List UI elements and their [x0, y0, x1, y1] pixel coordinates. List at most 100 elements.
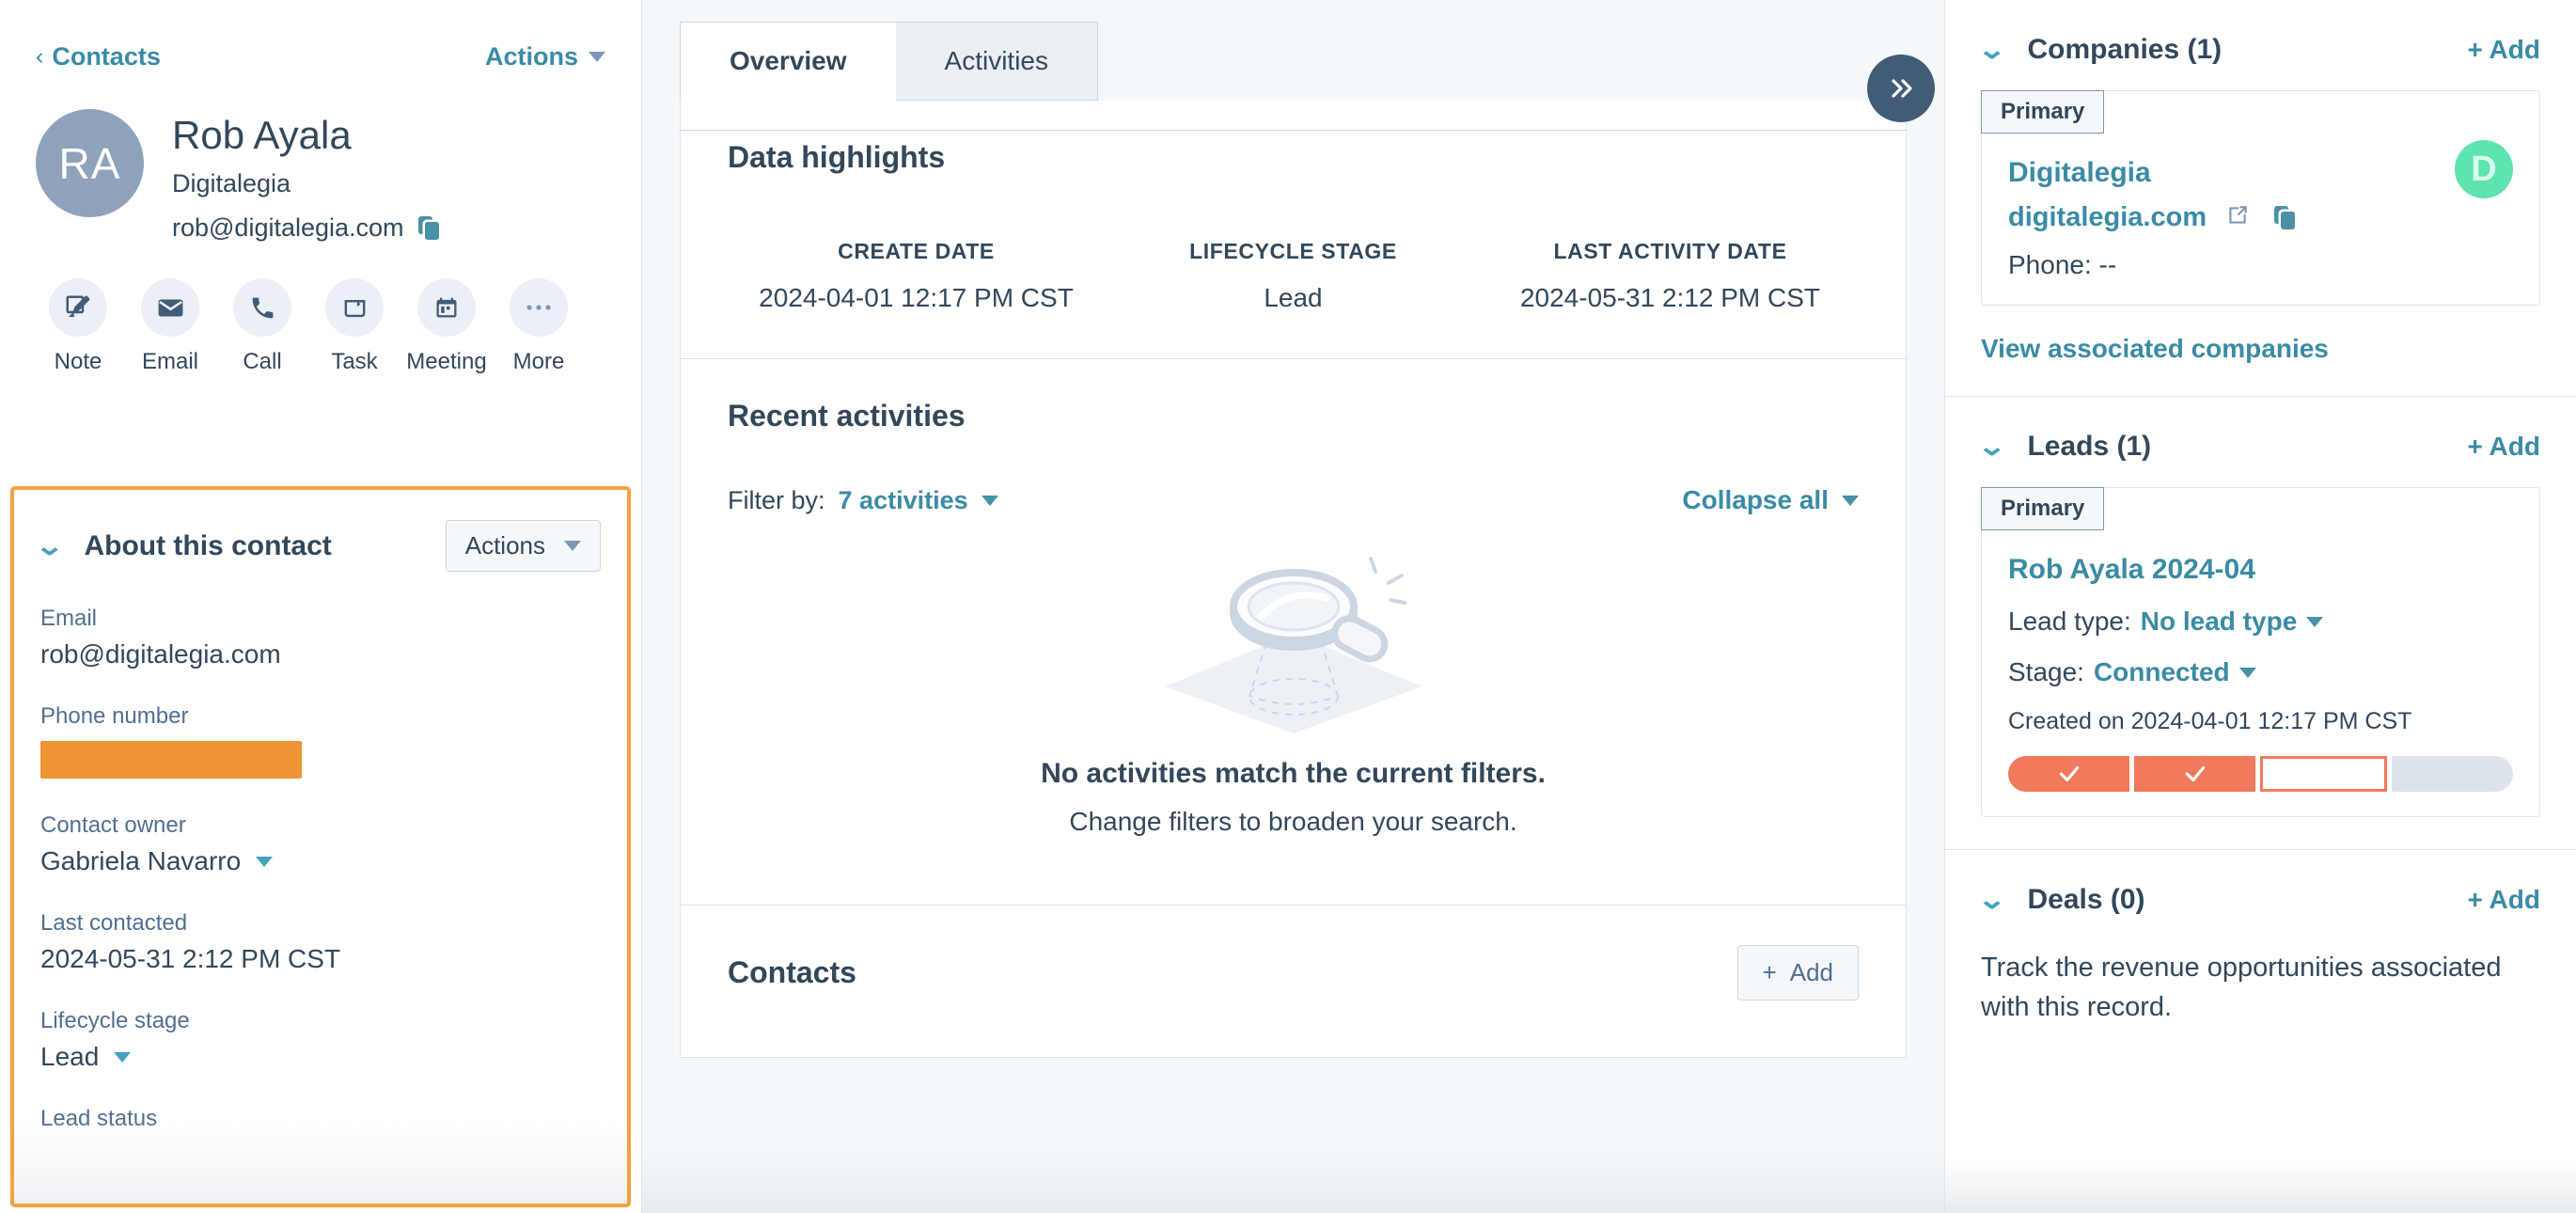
about-card-header: ⌄ About this contact Actions: [14, 490, 627, 572]
companies-header-left: ⌄ Companies (1): [1977, 34, 2223, 66]
data-highlights-section: Data highlights CREATE DATE 2024-04-01 1…: [681, 101, 1906, 359]
calendar-icon: [417, 278, 476, 338]
about-actions-button[interactable]: Actions: [445, 520, 601, 572]
lead-type-row: Lead type: No lead type: [2008, 606, 2513, 637]
lead-type-label: Lead type:: [2008, 606, 2131, 636]
chevron-down-icon[interactable]: ⌄: [1977, 37, 2007, 63]
field-value[interactable]: 2024-05-31 2:12 PM CST: [40, 944, 601, 974]
view-associated-companies-link[interactable]: View associated companies: [1981, 334, 2540, 364]
lead-created-on: Created on 2024-04-01 12:17 PM CST: [2008, 708, 2412, 734]
highlight-last-activity-date: LAST ACTIVITY DATE 2024-05-31 2:12 PM CS…: [1482, 239, 1859, 313]
chevron-down-icon: [256, 856, 274, 867]
quick-action-task[interactable]: Task: [308, 278, 401, 375]
quick-action-note[interactable]: Note: [32, 278, 124, 375]
status-badge: Primary: [1981, 90, 2105, 134]
chevron-down-icon[interactable]: ⌄: [1977, 433, 2007, 460]
add-lead-button[interactable]: + Add: [2467, 432, 2540, 462]
progress-step-3[interactable]: [2260, 756, 2387, 792]
identity-text: Rob Ayala Digitalegia rob@digitalegia.co…: [172, 109, 440, 243]
redacted-phone-value[interactable]: [40, 741, 302, 779]
check-icon: [2059, 765, 2079, 782]
companies-title: Companies (1): [2027, 34, 2223, 65]
field-phone-number: Phone number: [40, 703, 601, 779]
tab-overview[interactable]: Overview: [680, 22, 896, 101]
expand-panel-button[interactable]: [1867, 55, 1935, 122]
chevron-left-icon: ‹: [36, 43, 44, 70]
highlight-key: LIFECYCLE STAGE: [1189, 239, 1397, 263]
lead-name-link[interactable]: Rob Ayala 2024-04: [2008, 554, 2513, 586]
add-contact-button[interactable]: + Add: [1736, 945, 1859, 1000]
scroll-fade: [1945, 1157, 2576, 1213]
magnifying-glass-search-icon: [728, 555, 1859, 739]
tab-activities[interactable]: Activities: [895, 22, 1098, 101]
highlight-key: CREATE DATE: [838, 239, 995, 263]
copy-icon[interactable]: [417, 215, 440, 241]
external-link-icon[interactable]: [2225, 203, 2250, 232]
section-title: Contacts: [728, 955, 856, 989]
quick-action-email[interactable]: Email: [124, 278, 216, 375]
left-sidebar: ‹ Contacts Actions RA Rob Ayala Digitale…: [0, 0, 642, 1213]
collapse-all-dropdown[interactable]: Collapse all: [1682, 485, 1859, 515]
companies-section: ⌄ Companies (1) + Add Primary D Digitale…: [1945, 0, 2576, 397]
chevron-down-icon: [2306, 616, 2324, 627]
quick-action-more[interactable]: More: [493, 278, 585, 375]
header-actions-dropdown[interactable]: Actions: [485, 42, 605, 71]
lead-stage-row: Stage: Connected: [2008, 657, 2513, 687]
filter-by-label: Filter by:: [728, 485, 825, 514]
field-value[interactable]: rob@digitalegia.com: [40, 639, 601, 670]
chevron-down-icon[interactable]: ⌄: [35, 532, 65, 559]
copy-icon[interactable]: [2274, 205, 2296, 230]
crm-contact-record: ‹ Contacts Actions RA Rob Ayala Digitale…: [0, 0, 2576, 1213]
company-name-link[interactable]: Digitalegia: [2008, 157, 2513, 189]
progress-step-4[interactable]: [2392, 756, 2513, 792]
field-label: Contact owner: [40, 812, 186, 838]
company-domain-row: digitalegia.com: [2008, 202, 2513, 233]
chevron-down-icon: [1842, 495, 1859, 506]
right-sidebar: ⌄ Companies (1) + Add Primary D Digitale…: [1944, 0, 2576, 1213]
add-company-button[interactable]: + Add: [2467, 35, 2540, 65]
lead-type-dropdown[interactable]: No lead type: [2141, 606, 2297, 637]
quick-action-call[interactable]: Call: [216, 278, 308, 375]
quick-action-label: More: [512, 349, 565, 375]
phone-icon: [233, 278, 291, 338]
field-label: Lead status: [40, 1106, 158, 1131]
company-domain-link[interactable]: digitalegia.com: [2008, 202, 2207, 233]
scroll-fade: [642, 1147, 1944, 1213]
lead-stage-dropdown[interactable]: Connected: [2094, 657, 2230, 687]
company-logo: D: [2455, 140, 2513, 198]
quick-action-meeting[interactable]: Meeting: [401, 278, 493, 375]
chevron-down-icon: [564, 541, 581, 551]
contact-email: rob@digitalegia.com: [172, 213, 404, 243]
highlight-value: Lead: [1264, 283, 1323, 312]
chevron-down-icon: [981, 495, 998, 506]
check-icon: [2185, 765, 2205, 782]
task-card-icon: [325, 278, 384, 338]
page-title: Rob Ayala: [172, 113, 352, 157]
plus-icon: +: [1762, 958, 1777, 986]
field-label: Email: [40, 606, 98, 631]
highlight-value: 2024-04-01 12:17 PM CST: [759, 283, 1074, 312]
field-label: Last contacted: [40, 910, 188, 936]
highlight-value: 2024-05-31 2:12 PM CST: [1519, 283, 1821, 312]
recent-activities-section: Recent activities Filter by: 7 activitie…: [681, 359, 1906, 906]
status-badge: Primary: [1981, 487, 2105, 530]
add-button-label: Add: [1789, 958, 1833, 986]
section-title: Data highlights: [728, 140, 946, 174]
back-to-contacts-link[interactable]: ‹ Contacts: [36, 42, 161, 71]
empty-state-subtext: Change filters to broaden your search.: [1069, 807, 1517, 836]
deals-section: ⌄ Deals (0) + Add Track the revenue oppo…: [1945, 850, 2576, 1059]
chevron-down-icon[interactable]: ⌄: [1977, 887, 2007, 913]
contact-identity: RA Rob Ayala Digitalegia rob@digitalegia…: [0, 71, 641, 243]
company-phone: Phone: --: [2008, 250, 2117, 279]
progress-step-2[interactable]: [2134, 756, 2255, 792]
deals-title: Deals (0): [2027, 884, 2145, 915]
empty-state-heading: No activities match the current filters.: [1041, 758, 1546, 789]
highlight-key: LAST ACTIVITY DATE: [1553, 239, 1787, 263]
lifecycle-stage-dropdown[interactable]: Lead: [40, 1042, 601, 1072]
quick-action-label: Call: [243, 349, 282, 375]
contact-owner-dropdown[interactable]: Gabriela Navarro: [40, 846, 601, 876]
chevron-down-icon: [589, 52, 605, 62]
activities-filter-dropdown[interactable]: 7 activities: [839, 486, 968, 515]
progress-step-1[interactable]: [2008, 756, 2129, 792]
add-deal-button[interactable]: + Add: [2467, 885, 2540, 915]
